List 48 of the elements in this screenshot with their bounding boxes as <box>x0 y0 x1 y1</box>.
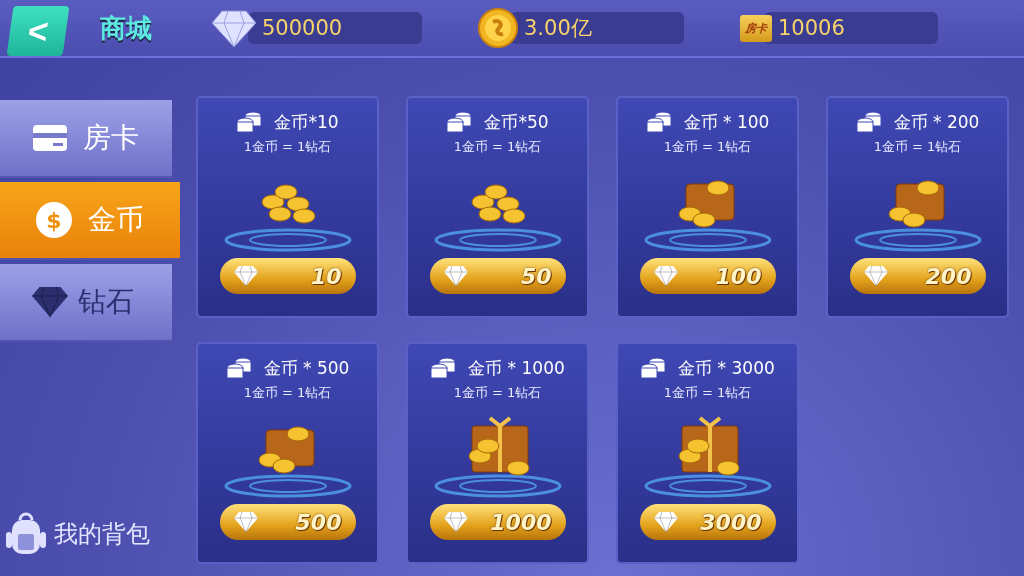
exchange-rate: 1金币 = 1钻石 <box>663 384 752 402</box>
buy-button[interactable]: 1000 <box>429 504 566 540</box>
diamond-icon <box>443 511 468 533</box>
product-title: 金币 * 3000 <box>678 356 775 380</box>
dollar-coin-icon: $ <box>36 202 72 238</box>
buy-button[interactable]: 500 <box>219 504 356 540</box>
product-title: 金币*10 <box>274 110 339 134</box>
diamond-icon <box>233 265 258 287</box>
coin-stack-icon <box>446 110 473 134</box>
buy-button[interactable]: 10 <box>219 258 356 294</box>
buy-button[interactable]: 200 <box>849 258 986 294</box>
diamond-icon <box>233 511 258 533</box>
coin-stack-icon <box>640 356 667 380</box>
exchange-rate: 1金币 = 1钻石 <box>453 384 542 402</box>
category-tab[interactable]: $ 金币 <box>0 182 180 260</box>
buy-button[interactable]: 50 <box>429 258 566 294</box>
category-tab[interactable]: 房卡 <box>0 100 172 178</box>
card-icon <box>33 125 67 151</box>
coin-stack-icon <box>225 356 252 380</box>
backpack-link[interactable]: 我的背包 <box>54 518 150 550</box>
back-button[interactable]: < <box>6 5 70 56</box>
exchange-rate: 1金币 = 1钻石 <box>663 138 752 156</box>
product-title: 金币 * 200 <box>893 110 980 134</box>
coin-stack-icon <box>645 110 672 134</box>
diamond-icon <box>443 265 468 287</box>
coin-icon <box>478 8 518 48</box>
product-title: 金币*50 <box>484 110 549 134</box>
coin-stack-icon <box>855 110 882 134</box>
product-title: 金币 * 1000 <box>468 356 565 380</box>
coin-stack-icon <box>236 110 263 134</box>
diamond-icon <box>653 265 678 287</box>
diamond-icon <box>863 265 888 287</box>
exchange-rate: 1金币 = 1钻石 <box>873 138 962 156</box>
page-title: 商城 <box>100 11 152 45</box>
diamond-icon <box>32 285 68 319</box>
balance-display: 3.00亿 <box>510 12 684 44</box>
category-tab[interactable]: 钻石 <box>0 264 172 342</box>
buy-button[interactable]: 100 <box>639 258 776 294</box>
buy-button[interactable]: 3000 <box>639 504 776 540</box>
product-title: 金币 * 100 <box>683 110 770 134</box>
balance-display: 500000 <box>248 12 422 44</box>
backpack-icon <box>6 512 46 556</box>
product-title: 金币 * 500 <box>263 356 350 380</box>
coin-stack-icon <box>430 356 457 380</box>
diamond-icon <box>653 511 678 533</box>
exchange-rate: 1金币 = 1钻石 <box>243 384 332 402</box>
exchange-rate: 1金币 = 1钻石 <box>243 138 332 156</box>
exchange-rate: 1金币 = 1钻石 <box>453 138 542 156</box>
